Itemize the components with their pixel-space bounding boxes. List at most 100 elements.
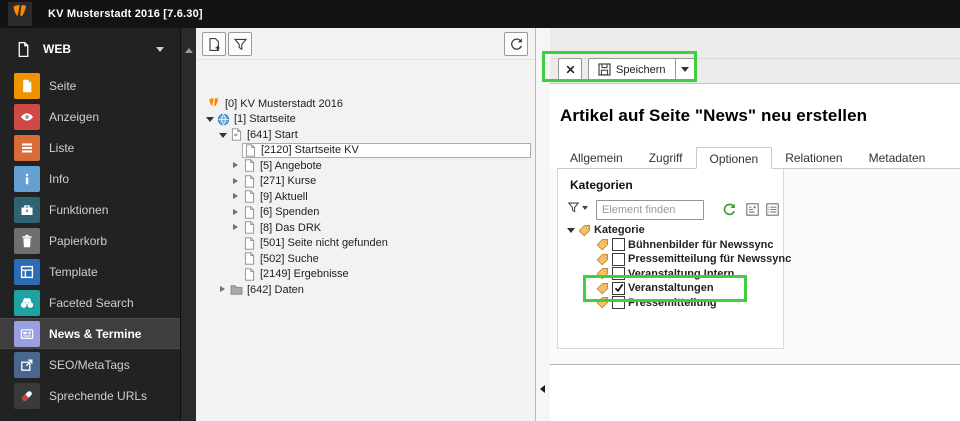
element-search-input[interactable]	[596, 200, 704, 220]
expand-all-button[interactable]	[746, 203, 759, 216]
sidebar-scrollbar[interactable]	[180, 28, 196, 421]
category-node-veranstaltungen[interactable]: Veranstaltungen	[558, 281, 783, 296]
new-page-button[interactable]	[202, 32, 226, 56]
pagetree-node-row[interactable]: [641] Start	[229, 127, 534, 142]
sidebar-item-sprechende-urls[interactable]: Sprechende URLs	[0, 380, 180, 411]
module-group-web[interactable]: WEB	[0, 28, 180, 70]
category-node-pressemitteilung[interactable]: Pressemitteilung	[558, 296, 783, 311]
pagetree-node-label: [2149] Ergebnisse	[260, 268, 349, 281]
sidebar-item-seo-metatags[interactable]: SEO/MetaTags	[0, 349, 180, 380]
pagetree-node-row[interactable]: [502] Suche	[242, 251, 534, 266]
page-icon	[243, 252, 256, 265]
pagetree-node[interactable]: [501] Seite nicht gefunden	[196, 236, 534, 252]
checkbox-unchecked[interactable]	[612, 252, 625, 266]
pagetree-node-row[interactable]: [0] KV Musterstadt 2016	[207, 96, 534, 111]
sidebar-item-papierkorb[interactable]: Papierkorb	[0, 225, 180, 256]
checkbox-unchecked[interactable]	[612, 238, 625, 252]
pagetree-node-row[interactable]: [642] Daten	[229, 282, 534, 297]
expander-closed-icon[interactable]	[231, 158, 242, 174]
sidebar-item-seite[interactable]: Seite	[0, 70, 180, 101]
pagetree-node-row[interactable]: [8] Das DRK	[242, 220, 534, 235]
pagetree-node-row[interactable]: [5] Angebote	[242, 158, 534, 173]
pagetree-node[interactable]: [8] Das DRK	[196, 220, 534, 236]
pagetree-node-label: [641] Start	[247, 128, 298, 141]
typo3-icon	[208, 97, 221, 110]
pagetree-node[interactable]: [1] Startseite	[196, 112, 534, 128]
expander-closed-icon[interactable]	[231, 174, 242, 190]
typo3-logo-icon[interactable]	[8, 2, 32, 26]
page-icon	[243, 190, 256, 203]
pagetree-node-label: [501] Seite nicht gefunden	[260, 237, 388, 250]
page-icon	[14, 72, 40, 99]
pagetree-node-row[interactable]: [271] Kurse	[242, 174, 534, 189]
tab-zugriff[interactable]: Zugriff	[636, 147, 696, 169]
pagetree-node[interactable]: [2149] Ergebnisse	[196, 267, 534, 283]
checkbox-unchecked[interactable]	[612, 296, 625, 310]
collapse-all-button[interactable]	[766, 203, 779, 216]
sidebar-item-info[interactable]: Info	[0, 163, 180, 194]
sidebar-item-label: Liste	[49, 140, 75, 155]
scroll-up-icon[interactable]	[185, 48, 193, 53]
category-node-bühnenbilder-für-newssync[interactable]: Bühnenbilder für Newssync	[558, 238, 783, 253]
seo-icon	[14, 351, 40, 378]
pagetree-node[interactable]: [641] Start	[196, 127, 534, 143]
pagetree-node-row[interactable]: [2149] Ergebnisse	[242, 267, 534, 282]
panel-splitter[interactable]	[536, 28, 550, 421]
pagetree-node[interactable]: [0] KV Musterstadt 2016	[196, 96, 534, 112]
expander-open-icon[interactable]	[205, 112, 216, 128]
close-button[interactable]	[558, 58, 582, 81]
pagetree-node[interactable]: [2120] Startseite KV	[196, 142, 534, 159]
module-group-label: WEB	[43, 42, 71, 56]
category-node-veranstaltung-intern[interactable]: Veranstaltung Intern	[558, 267, 783, 282]
chevron-down-icon	[582, 205, 588, 210]
tab-relationen[interactable]: Relationen	[772, 147, 855, 169]
pagetree: [0] KV Musterstadt 2016 [1] Startseite [64…	[196, 96, 534, 298]
pagetree-node[interactable]: [6] Spenden	[196, 205, 534, 221]
eye-icon	[14, 103, 40, 130]
pagetree-node-row[interactable]: [2120] Startseite KV	[242, 142, 531, 158]
save-dropdown-button[interactable]	[674, 58, 695, 81]
checkbox-checked[interactable]	[612, 281, 625, 295]
sidebar-item-anzeigen[interactable]: Anzeigen	[0, 101, 180, 132]
expander-closed-icon[interactable]	[231, 220, 242, 236]
sidebar-item-funktionen[interactable]: Funktionen	[0, 194, 180, 225]
sidebar-item-label: Anzeigen	[49, 109, 100, 124]
tab-allgemein[interactable]: Allgemein	[557, 147, 636, 169]
pagetree-node[interactable]: [9] Aktuell	[196, 189, 534, 205]
sidebar-item-liste[interactable]: Liste	[0, 132, 180, 163]
category-node-kategorie[interactable]: Kategorie	[558, 223, 783, 238]
page-icon	[243, 206, 256, 219]
tab-metadaten[interactable]: Metadaten	[856, 147, 939, 169]
expander-closed-icon[interactable]	[231, 205, 242, 221]
pagetree-node-row[interactable]: [501] Seite nicht gefunden	[242, 236, 534, 251]
tab-optionen[interactable]: Optionen	[695, 147, 773, 169]
save-button[interactable]: Speichern	[588, 58, 676, 81]
expander-closed-icon[interactable]	[231, 189, 242, 205]
sidebar-item-template[interactable]: Template	[0, 256, 180, 287]
pagetree-node-row[interactable]: [9] Aktuell	[242, 189, 534, 204]
pagetree-node[interactable]: [642] Daten	[196, 282, 534, 298]
expander-open-icon[interactable]	[566, 223, 578, 238]
checkbox-unchecked[interactable]	[612, 267, 625, 281]
pagetree-node[interactable]: [271] Kurse	[196, 174, 534, 190]
pagetree-node[interactable]: [5] Angebote	[196, 158, 534, 174]
pagetree-node-label: [2120] Startseite KV	[261, 144, 359, 157]
sidebar-item-news-termine[interactable]: News & Termine	[0, 318, 180, 349]
filter-button[interactable]	[228, 32, 252, 56]
expander-closed-icon[interactable]	[218, 282, 229, 298]
category-node-pressemitteilung-für-newssync[interactable]: Pressemitteilung für Newssync	[558, 252, 791, 267]
collapse-left-icon[interactable]	[540, 385, 545, 393]
reload-categories-button[interactable]	[722, 202, 737, 217]
pagetree-node-row[interactable]: [1] Startseite	[216, 112, 534, 127]
pagetree-node-row[interactable]: [6] Spenden	[242, 205, 534, 220]
tree-filter-button[interactable]	[567, 201, 588, 214]
expander-open-icon[interactable]	[218, 127, 229, 143]
sidebar-item-label: Seite	[49, 78, 77, 93]
content-panel: Speichern Artikel auf Seite "News" neu e…	[550, 28, 960, 421]
sidebar-item-label: Sprechende URLs	[49, 388, 148, 403]
sidebar-item-faceted-search[interactable]: Faceted Search	[0, 287, 180, 318]
pagetree-node[interactable]: [502] Suche	[196, 251, 534, 267]
refresh-tree-button[interactable]	[504, 32, 528, 56]
